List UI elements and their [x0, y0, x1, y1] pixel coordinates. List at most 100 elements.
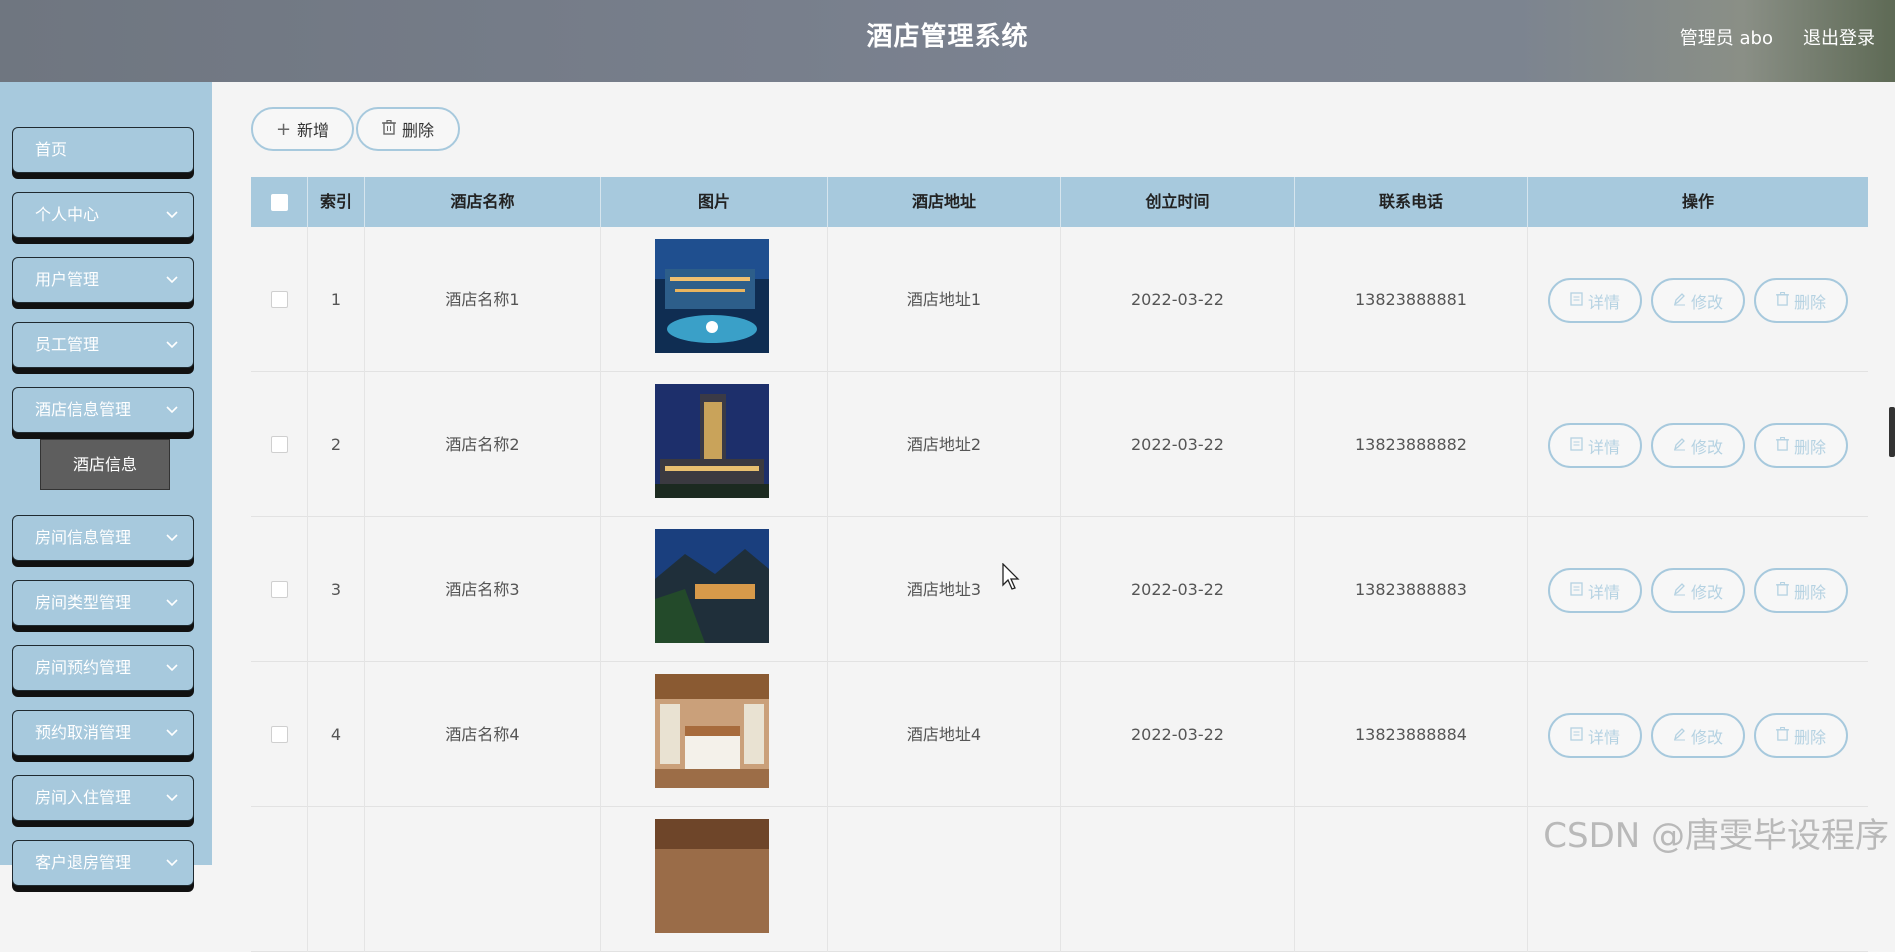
sidebar-item-label: 员工管理: [35, 335, 100, 354]
sidebar-item-label: 个人中心: [35, 205, 100, 224]
delete-label: 删除: [1793, 437, 1826, 457]
sidebar-item[interactable]: 预约取消管理: [12, 710, 194, 756]
sidebar-item-label: 房间类型管理: [35, 593, 132, 612]
sidebar-item[interactable]: 房间信息管理: [12, 515, 194, 561]
row-checkbox[interactable]: [271, 436, 288, 453]
sidebar-item[interactable]: 房间入住管理: [12, 775, 194, 821]
hotel-image[interactable]: [655, 384, 769, 498]
sidebar-item-label: 预约取消管理: [35, 723, 132, 742]
sidebar-item-label: 首页: [35, 140, 68, 159]
sidebar-item-label: 房间入住管理: [35, 788, 132, 807]
row-checkbox[interactable]: [271, 291, 288, 308]
sidebar-item[interactable]: 房间预约管理: [12, 645, 194, 691]
edit-button[interactable]: 修改: [1651, 568, 1745, 613]
logout-button[interactable]: 退出登录: [1803, 24, 1875, 50]
edit-button[interactable]: 修改: [1651, 423, 1745, 468]
document-icon: [1570, 581, 1583, 600]
trash-icon: [1775, 581, 1789, 600]
delete-label: 删除: [1793, 292, 1826, 312]
pencil-icon: [1673, 581, 1686, 600]
sidebar-item[interactable]: 员工管理: [12, 322, 194, 368]
row-checkbox[interactable]: [271, 726, 288, 743]
detail-label: 详情: [1587, 437, 1620, 457]
detail-button[interactable]: 详情: [1548, 423, 1642, 468]
detail-button[interactable]: 详情: [1548, 278, 1642, 323]
delete-button[interactable]: 删除: [1754, 278, 1848, 323]
sidebar-item-label: 酒店信息管理: [35, 400, 132, 419]
table-header: 索引 酒店名称 图片 酒店地址 创立时间 联系电话 操作: [251, 177, 1868, 227]
col-index: 索引: [308, 177, 365, 227]
app-title: 酒店管理系统: [866, 22, 1029, 52]
chevron-down-icon: [163, 723, 181, 741]
col-phone: 联系电话: [1295, 177, 1528, 227]
cell-phone: 13823888882: [1295, 372, 1528, 517]
delete-button[interactable]: 删除: [1754, 713, 1848, 758]
hotel-image[interactable]: [655, 674, 769, 788]
sidebar-item[interactable]: 房间类型管理: [12, 580, 194, 626]
delete-label: 删除: [1793, 727, 1826, 747]
detail-label: 详情: [1587, 727, 1620, 747]
sidebar-item-label: 客户退房管理: [35, 853, 132, 872]
detail-button[interactable]: 详情: [1548, 568, 1642, 613]
plus-icon: +: [275, 118, 292, 140]
cell-hotel-name: 酒店名称1: [365, 227, 601, 372]
document-icon: [1570, 291, 1583, 310]
detail-button[interactable]: 详情: [1548, 713, 1642, 758]
detail-label: 详情: [1587, 292, 1620, 312]
cell-index: [308, 807, 365, 952]
chevron-down-icon: [163, 205, 181, 223]
table-row: 3 酒店名称3 酒店地址3 2022-03-22 13823888883 详情 修改 删除: [251, 517, 1868, 662]
hotel-image[interactable]: [655, 819, 769, 933]
cell-select: [251, 517, 308, 662]
cell-created-date: [1061, 807, 1295, 952]
batch-delete-button[interactable]: 删除: [356, 107, 460, 151]
submenu-item-hotel-info[interactable]: 酒店信息: [40, 439, 170, 490]
select-all-checkbox[interactable]: [271, 194, 288, 211]
cell-select: [251, 662, 308, 807]
add-button-label: 新增: [297, 121, 330, 140]
cell-created-date: 2022-03-22: [1061, 662, 1295, 807]
add-button[interactable]: + 新增: [251, 107, 354, 151]
sidebar-item[interactable]: 客户退房管理: [12, 840, 194, 886]
sidebar-item[interactable]: 用户管理: [12, 257, 194, 303]
delete-button[interactable]: 删除: [1754, 423, 1848, 468]
edit-button[interactable]: 修改: [1651, 713, 1745, 758]
edit-label: 修改: [1690, 292, 1723, 312]
cell-index: 4: [308, 662, 365, 807]
edit-label: 修改: [1690, 582, 1723, 602]
sidebar-item[interactable]: 酒店信息管理: [12, 387, 194, 433]
cell-phone: 13823888881: [1295, 227, 1528, 372]
cell-index: 1: [308, 227, 365, 372]
delete-button[interactable]: 删除: [1754, 568, 1848, 613]
table-row: 2 酒店名称2 酒店地址2 2022-03-22 13823888882 详情 修改 删除: [251, 372, 1868, 517]
cell-phone: 13823888884: [1295, 662, 1528, 807]
trash-icon: [1775, 726, 1789, 745]
edit-button[interactable]: 修改: [1651, 278, 1745, 323]
sidebar-item-label: 用户管理: [35, 270, 100, 289]
hotel-image[interactable]: [655, 529, 769, 643]
cell-created-date: 2022-03-22: [1061, 517, 1295, 662]
document-icon: [1570, 436, 1583, 455]
cell-select: [251, 227, 308, 372]
trash-icon: [1775, 291, 1789, 310]
document-icon: [1570, 726, 1583, 745]
mouse-cursor-icon: [1002, 562, 1022, 595]
delete-label: 删除: [1793, 582, 1826, 602]
col-date: 创立时间: [1061, 177, 1295, 227]
col-image: 图片: [601, 177, 828, 227]
cell-address: 酒店地址4: [828, 662, 1061, 807]
col-address: 酒店地址: [828, 177, 1061, 227]
row-checkbox[interactable]: [271, 581, 288, 598]
edit-label: 修改: [1690, 727, 1723, 747]
cell-select: [251, 372, 308, 517]
sidebar-item[interactable]: 个人中心: [12, 192, 194, 238]
chevron-down-icon: [163, 788, 181, 806]
sidebar-item[interactable]: 首页: [12, 127, 194, 173]
chevron-down-icon: [163, 270, 181, 288]
hotel-image[interactable]: [655, 239, 769, 353]
cell-hotel-name: 酒店名称4: [365, 662, 601, 807]
page-scrollbar-thumb[interactable]: [1889, 407, 1895, 457]
sidebar-item-label: 房间预约管理: [35, 658, 132, 677]
pencil-icon: [1673, 436, 1686, 455]
cell-phone: 13823888883: [1295, 517, 1528, 662]
